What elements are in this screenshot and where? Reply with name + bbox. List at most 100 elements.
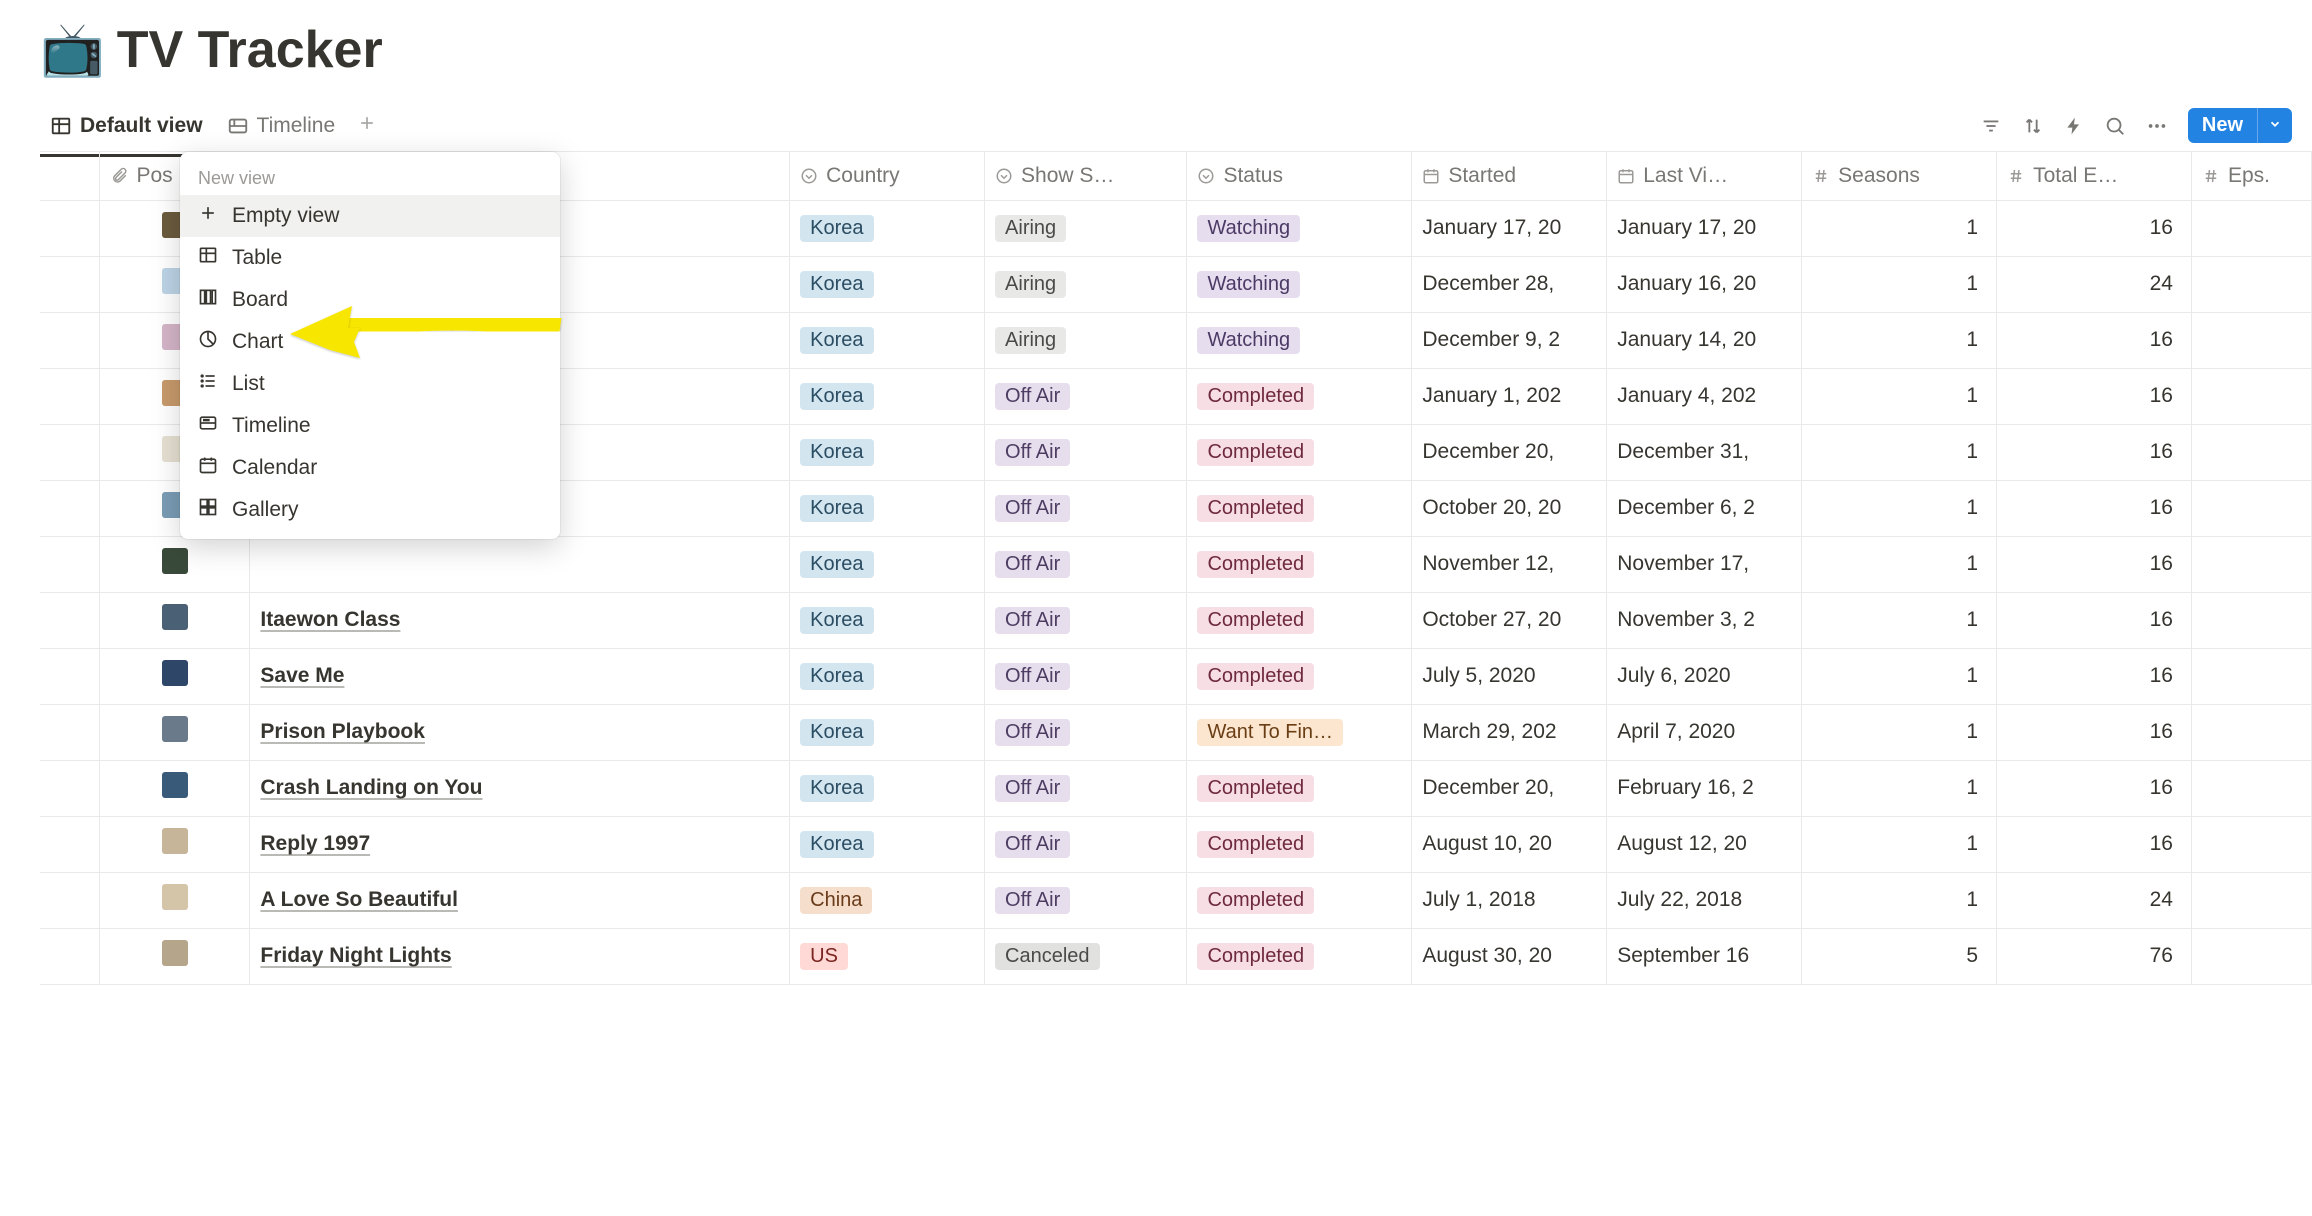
cell-eps[interactable] xyxy=(2191,704,2311,760)
cell-status[interactable]: Completed xyxy=(1187,760,1412,816)
cell-status[interactable]: Completed xyxy=(1187,368,1412,424)
col-checkbox[interactable] xyxy=(40,152,100,200)
cell-total-eps[interactable]: 16 xyxy=(1997,536,2192,592)
sort-button[interactable] xyxy=(2022,115,2044,137)
cell-status[interactable]: Completed xyxy=(1187,424,1412,480)
cell-total-eps[interactable]: 16 xyxy=(1997,424,2192,480)
cell-country[interactable]: US xyxy=(790,928,985,984)
row-gutter[interactable] xyxy=(40,592,100,648)
cell-show-status[interactable]: Off Air xyxy=(985,368,1187,424)
tab-default-view[interactable]: Default view xyxy=(40,106,213,146)
cell-started[interactable]: December 20, xyxy=(1412,760,1607,816)
cell-total-eps[interactable]: 16 xyxy=(1997,312,2192,368)
cell-country[interactable]: China xyxy=(790,872,985,928)
cell-show-status[interactable]: Off Air xyxy=(985,872,1187,928)
cell-show-status[interactable]: Off Air xyxy=(985,648,1187,704)
popup-item-chart[interactable]: Chart xyxy=(180,321,560,363)
cell-country[interactable]: Korea xyxy=(790,256,985,312)
row-gutter[interactable] xyxy=(40,200,100,256)
cell-total-eps[interactable]: 16 xyxy=(1997,368,2192,424)
col-country[interactable]: Country xyxy=(790,152,985,200)
cell-started[interactable]: August 10, 20 xyxy=(1412,816,1607,872)
automations-button[interactable] xyxy=(2064,115,2084,137)
cell-seasons[interactable]: 1 xyxy=(1802,536,1997,592)
cell-country[interactable]: Korea xyxy=(790,592,985,648)
new-button-chevron[interactable] xyxy=(2257,108,2292,143)
col-status[interactable]: Status xyxy=(1187,152,1412,200)
cell-poster[interactable] xyxy=(100,872,250,928)
cell-show-status[interactable]: Off Air xyxy=(985,480,1187,536)
col-last-viewed[interactable]: Last Vi… xyxy=(1607,152,1802,200)
popup-item-board[interactable]: Board xyxy=(180,279,560,321)
cell-seasons[interactable]: 1 xyxy=(1802,816,1997,872)
cell-last-viewed[interactable]: January 17, 20 xyxy=(1607,200,1802,256)
add-view-button[interactable] xyxy=(349,107,385,145)
cell-eps[interactable] xyxy=(2191,480,2311,536)
cell-show-status[interactable]: Off Air xyxy=(985,536,1187,592)
cell-last-viewed[interactable]: November 3, 2 xyxy=(1607,592,1802,648)
cell-poster[interactable] xyxy=(100,648,250,704)
popup-item-gallery[interactable]: Gallery xyxy=(180,489,560,531)
cell-last-viewed[interactable]: August 12, 20 xyxy=(1607,816,1802,872)
cell-eps[interactable] xyxy=(2191,648,2311,704)
cell-country[interactable]: Korea xyxy=(790,312,985,368)
filter-button[interactable] xyxy=(1980,115,2002,137)
table-row[interactable]: Friday Night LightsUSCanceledCompletedAu… xyxy=(40,928,2312,984)
cell-seasons[interactable]: 1 xyxy=(1802,872,1997,928)
cell-show-status[interactable]: Off Air xyxy=(985,424,1187,480)
cell-started[interactable]: January 17, 20 xyxy=(1412,200,1607,256)
cell-country[interactable]: Korea xyxy=(790,424,985,480)
cell-total-eps[interactable]: 16 xyxy=(1997,480,2192,536)
more-button[interactable] xyxy=(2146,115,2168,137)
cell-title[interactable]: A Love So Beautiful xyxy=(250,872,790,928)
cell-country[interactable]: Korea xyxy=(790,480,985,536)
cell-status[interactable]: Watching xyxy=(1187,200,1412,256)
cell-title[interactable]: Prison Playbook xyxy=(250,704,790,760)
cell-last-viewed[interactable]: February 16, 2 xyxy=(1607,760,1802,816)
cell-show-status[interactable]: Off Air xyxy=(985,760,1187,816)
cell-poster[interactable] xyxy=(100,760,250,816)
cell-total-eps[interactable]: 16 xyxy=(1997,648,2192,704)
cell-total-eps[interactable]: 16 xyxy=(1997,704,2192,760)
cell-show-status[interactable]: Off Air xyxy=(985,592,1187,648)
cell-started[interactable]: December 28, xyxy=(1412,256,1607,312)
cell-seasons[interactable]: 1 xyxy=(1802,424,1997,480)
cell-show-status[interactable]: Off Air xyxy=(985,704,1187,760)
cell-status[interactable]: Completed xyxy=(1187,872,1412,928)
cell-status[interactable]: Watching xyxy=(1187,312,1412,368)
cell-status[interactable]: Completed xyxy=(1187,536,1412,592)
cell-title[interactable]: Friday Night Lights xyxy=(250,928,790,984)
cell-last-viewed[interactable]: April 7, 2020 xyxy=(1607,704,1802,760)
new-button[interactable]: New xyxy=(2188,108,2292,143)
table-row[interactable]: KoreaOff AirCompletedNovember 12,Novembe… xyxy=(40,536,2312,592)
cell-eps[interactable] xyxy=(2191,536,2311,592)
cell-last-viewed[interactable]: December 6, 2 xyxy=(1607,480,1802,536)
cell-status[interactable]: Completed xyxy=(1187,480,1412,536)
cell-country[interactable]: Korea xyxy=(790,200,985,256)
cell-country[interactable]: Korea xyxy=(790,760,985,816)
cell-status[interactable]: Want To Fin… xyxy=(1187,704,1412,760)
cell-show-status[interactable]: Off Air xyxy=(985,816,1187,872)
row-gutter[interactable] xyxy=(40,536,100,592)
cell-show-status[interactable]: Airing xyxy=(985,256,1187,312)
table-row[interactable]: Reply 1997KoreaOff AirCompletedAugust 10… xyxy=(40,816,2312,872)
cell-seasons[interactable]: 1 xyxy=(1802,200,1997,256)
cell-last-viewed[interactable]: January 14, 20 xyxy=(1607,312,1802,368)
cell-show-status[interactable]: Airing xyxy=(985,312,1187,368)
cell-poster[interactable] xyxy=(100,592,250,648)
cell-eps[interactable] xyxy=(2191,872,2311,928)
cell-poster[interactable] xyxy=(100,816,250,872)
cell-total-eps[interactable]: 24 xyxy=(1997,256,2192,312)
cell-eps[interactable] xyxy=(2191,368,2311,424)
table-row[interactable]: Prison PlaybookKoreaOff AirWant To Fin…M… xyxy=(40,704,2312,760)
cell-seasons[interactable]: 1 xyxy=(1802,592,1997,648)
cell-last-viewed[interactable]: July 6, 2020 xyxy=(1607,648,1802,704)
row-gutter[interactable] xyxy=(40,256,100,312)
row-gutter[interactable] xyxy=(40,368,100,424)
cell-eps[interactable] xyxy=(2191,200,2311,256)
cell-total-eps[interactable]: 16 xyxy=(1997,816,2192,872)
col-started[interactable]: Started xyxy=(1412,152,1607,200)
cell-last-viewed[interactable]: November 17, xyxy=(1607,536,1802,592)
cell-eps[interactable] xyxy=(2191,592,2311,648)
cell-show-status[interactable]: Canceled xyxy=(985,928,1187,984)
